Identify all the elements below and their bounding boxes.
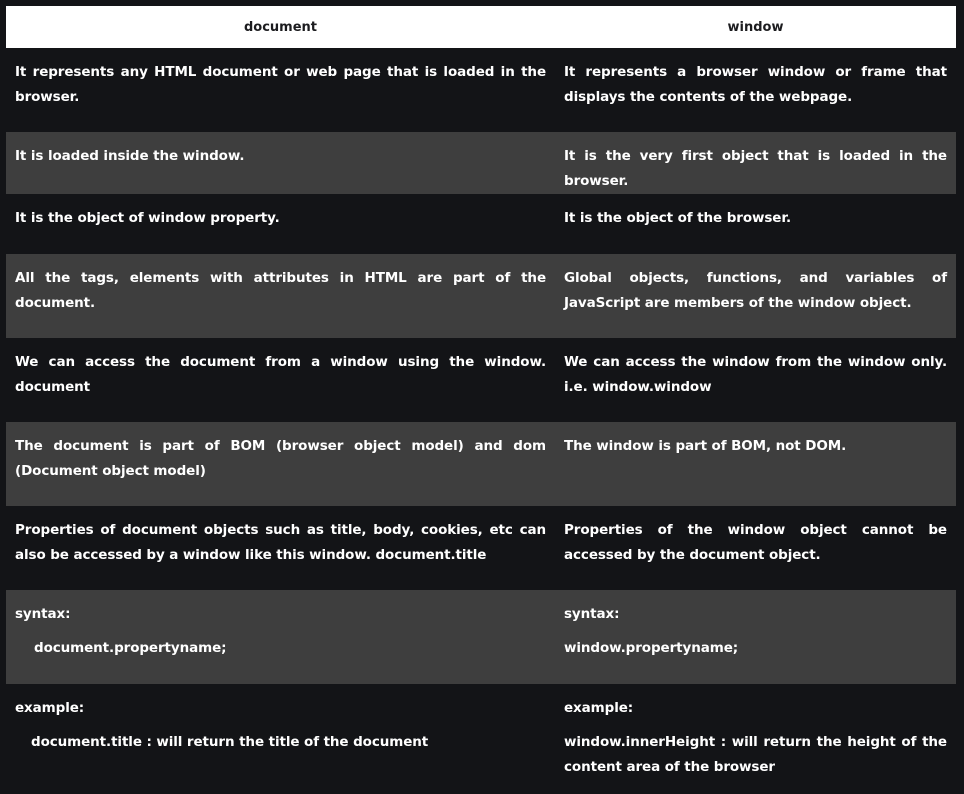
window-example-code: window.innerHeight : will return the hei…: [564, 734, 947, 775]
syntax-label: syntax:: [15, 606, 71, 622]
window-cell: We can access the window from the window…: [555, 338, 956, 422]
document-cell: Properties of document objects such as t…: [6, 506, 555, 590]
window-cell: Properties of the window object cannot b…: [555, 506, 956, 590]
document-cell: It is the object of window property.: [6, 194, 555, 254]
table-row: It represents any HTML document or web p…: [6, 48, 956, 132]
header-document: document: [6, 6, 555, 48]
window-cell: It is the object of the browser.: [555, 194, 956, 254]
table-row: It is the object of window property. It …: [6, 194, 956, 254]
window-syntax-code: window.propertyname;: [564, 640, 739, 656]
example-row: example: document.title : will return th…: [6, 684, 956, 794]
table-row: The document is part of BOM (browser obj…: [6, 422, 956, 506]
syntax-label: syntax:: [564, 606, 620, 622]
document-syntax-code: document.propertyname;: [34, 640, 227, 656]
table-row: We can access the document from a window…: [6, 338, 956, 422]
table-row: It is loaded inside the window. It is th…: [6, 132, 956, 194]
window-cell: The window is part of BOM, not DOM.: [555, 422, 956, 506]
header-window: window: [555, 6, 956, 48]
example-label: example:: [15, 700, 85, 716]
document-cell: We can access the document from a window…: [6, 338, 555, 422]
document-cell: It is loaded inside the window.: [6, 132, 555, 194]
table-header-row: document window: [6, 6, 956, 48]
table-row: All the tags, elements with attributes i…: [6, 254, 956, 338]
document-cell: The document is part of BOM (browser obj…: [6, 422, 555, 506]
document-vs-window-table: document window It represents any HTML d…: [6, 6, 956, 794]
syntax-row: syntax: document.propertyname; syntax: w…: [6, 590, 956, 684]
window-syntax-cell: syntax: window.propertyname;: [555, 590, 956, 684]
document-example-code: document.title : will return the title o…: [31, 734, 429, 750]
document-cell: It represents any HTML document or web p…: [6, 48, 555, 132]
window-example-cell: example: window.innerHeight : will retur…: [555, 684, 956, 794]
example-label: example:: [564, 700, 634, 716]
document-cell: All the tags, elements with attributes i…: [6, 254, 555, 338]
document-example-cell: example: document.title : will return th…: [6, 684, 555, 794]
window-cell: Global objects, functions, and variables…: [555, 254, 956, 338]
table-row: Properties of document objects such as t…: [6, 506, 956, 590]
comparison-table-container: document window It represents any HTML d…: [6, 6, 956, 794]
document-syntax-cell: syntax: document.propertyname;: [6, 590, 555, 684]
window-cell: It is the very first object that is load…: [555, 132, 956, 194]
window-cell: It represents a browser window or frame …: [555, 48, 956, 132]
